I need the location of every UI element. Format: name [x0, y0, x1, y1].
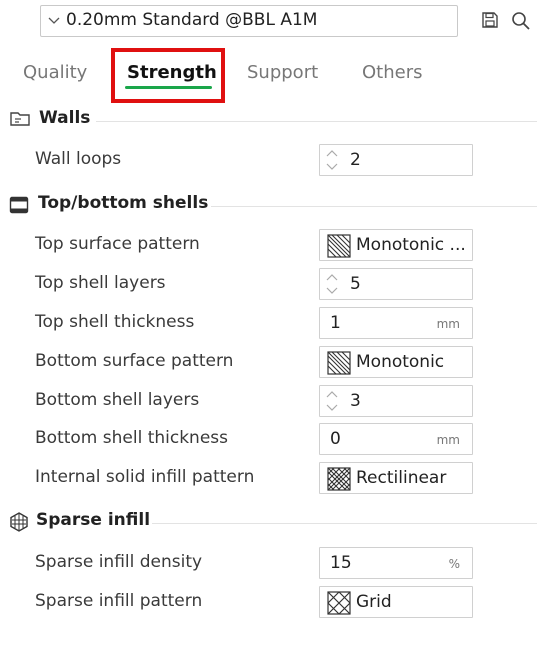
top-surface-pattern-label: Top surface pattern [35, 234, 200, 254]
monotonic-pattern-icon [327, 351, 351, 375]
sparse-infill-pattern-label: Sparse infill pattern [35, 591, 203, 611]
bottom-shell-thickness-input[interactable]: 0 mm [319, 423, 473, 455]
bottom-surface-pattern-select[interactable]: Monotonic [319, 346, 473, 378]
top-shell-layers-value: 5 [350, 274, 361, 294]
sparse-infill-icon [10, 512, 28, 532]
section-divider [152, 523, 537, 524]
spinner-arrows-icon[interactable] [323, 388, 341, 414]
sparse-infill-density-input[interactable]: 15 % [319, 547, 473, 579]
top-shell-layers-spinner[interactable]: 5 [319, 268, 473, 300]
rectilinear-pattern-icon [327, 467, 351, 491]
sparse-infill-density-label: Sparse infill density [35, 552, 203, 572]
shells-icon [9, 196, 29, 214]
wall-loops-label: Wall loops [35, 149, 122, 169]
sparse-infill-pattern-select[interactable]: Grid [319, 586, 473, 618]
highlight-box [111, 48, 225, 103]
internal-solid-infill-pattern-select[interactable]: Rectilinear [319, 462, 473, 494]
tab-support[interactable]: Support [247, 62, 318, 83]
bottom-shell-layers-value: 3 [350, 391, 361, 411]
tab-others[interactable]: Others [362, 62, 423, 83]
bottom-surface-pattern-label: Bottom surface pattern [35, 351, 234, 371]
section-title-shells: Top/bottom shells [38, 193, 209, 213]
top-surface-pattern-value: Monotonic ... [356, 235, 466, 255]
sparse-infill-density-value: 15 [330, 553, 352, 573]
monotonic-pattern-icon [327, 234, 351, 258]
unit-label: % [448, 557, 460, 571]
top-shell-thickness-input[interactable]: 1 mm [319, 307, 473, 339]
wall-loops-spinner[interactable]: 2 [319, 144, 473, 176]
bottom-surface-pattern-value: Monotonic [356, 352, 445, 372]
wall-loops-value: 2 [350, 150, 361, 170]
top-shell-thickness-value: 1 [330, 313, 341, 333]
internal-solid-infill-pattern-value: Rectilinear [356, 468, 447, 488]
chevron-down-icon [48, 17, 60, 24]
search-icon[interactable] [511, 11, 531, 31]
grid-pattern-icon [327, 591, 351, 615]
preset-name: 0.20mm Standard @BBL A1M [66, 10, 318, 30]
bottom-shell-layers-spinner[interactable]: 3 [319, 385, 473, 417]
bottom-shell-layers-label: Bottom shell layers [35, 390, 200, 410]
bottom-shell-thickness-label: Bottom shell thickness [35, 428, 229, 448]
section-divider [211, 206, 537, 207]
spinner-arrows-icon[interactable] [323, 147, 341, 173]
walls-icon [10, 112, 30, 126]
top-shell-layers-label: Top shell layers [35, 273, 166, 293]
internal-solid-infill-pattern-label: Internal solid infill pattern [35, 467, 255, 487]
top-shell-thickness-label: Top shell thickness [35, 312, 195, 332]
top-surface-pattern-select[interactable]: Monotonic ... [319, 229, 473, 261]
preset-dropdown[interactable]: 0.20mm Standard @BBL A1M [40, 5, 458, 37]
bottom-shell-thickness-value: 0 [330, 429, 341, 449]
save-icon[interactable] [481, 11, 499, 29]
tab-quality[interactable]: Quality [23, 62, 87, 83]
unit-label: mm [436, 317, 460, 331]
sparse-infill-pattern-value: Grid [356, 592, 392, 612]
unit-label: mm [436, 433, 460, 447]
section-divider [96, 121, 537, 122]
section-title-walls: Walls [39, 108, 91, 128]
spinner-arrows-icon[interactable] [323, 271, 341, 297]
section-title-sparse-infill: Sparse infill [36, 510, 151, 530]
